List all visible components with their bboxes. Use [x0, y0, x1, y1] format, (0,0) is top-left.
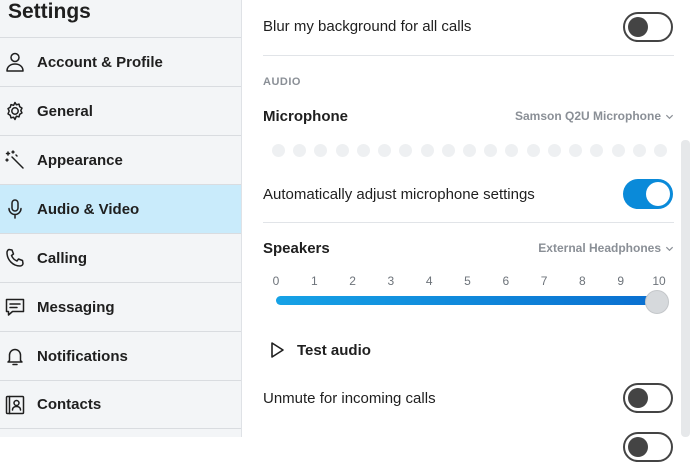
- sidebar-item-label: Calling: [37, 249, 88, 267]
- mic-level-dot: [272, 144, 285, 157]
- mic-level-dot: [335, 144, 349, 157]
- speaker-volume-track[interactable]: [276, 296, 656, 305]
- sidebar-item-contacts[interactable]: Contacts: [0, 380, 241, 429]
- mic-level-dot: [526, 144, 540, 157]
- volume-tick-label: 1: [310, 274, 318, 288]
- blur-background-label: Blur my background for all calls: [263, 18, 472, 35]
- sidebar-item-label: Appearance: [37, 151, 123, 169]
- volume-tick-label: 8: [579, 274, 586, 288]
- volume-tick-label: 6: [502, 274, 510, 288]
- magic-wand-icon: [4, 149, 26, 171]
- volume-tick-label: 7: [540, 274, 548, 288]
- unmute-incoming-toggle[interactable]: [623, 383, 673, 413]
- mic-level-dot: [441, 144, 455, 157]
- unmute-incoming-label: Unmute for incoming calls: [263, 390, 436, 407]
- volume-tick-label: 0: [272, 274, 280, 288]
- microphone-heading: Microphone: [263, 108, 348, 125]
- phone-icon: [4, 247, 26, 269]
- blur-background-toggle[interactable]: [623, 12, 673, 42]
- sidebar-item-general[interactable]: General: [0, 86, 241, 135]
- test-audio-label: Test audio: [297, 341, 371, 359]
- contact-card-icon: [4, 394, 26, 416]
- toggle-knob: [646, 182, 670, 206]
- audio-section-label: AUDIO: [263, 76, 301, 88]
- play-icon: [271, 342, 284, 358]
- mic-level-dot: [314, 144, 328, 157]
- volume-tick-label: 5: [464, 274, 471, 288]
- speakers-heading: Speakers: [263, 240, 330, 257]
- mic-level-dot: [378, 144, 392, 157]
- mic-level-dot: [654, 144, 667, 157]
- toggle-knob: [628, 388, 648, 408]
- mic-level-dot: [420, 144, 434, 157]
- speaker-volume-scale: 0 1 2 3 4 5 6 7 8 9 10: [263, 274, 673, 290]
- mic-level-dot: [293, 144, 307, 157]
- mic-level-dot: [632, 144, 646, 157]
- gear-icon: [4, 100, 26, 122]
- divider: [263, 55, 674, 56]
- sidebar-item-notifications[interactable]: Notifications: [0, 331, 241, 380]
- chevron-down-icon: [665, 114, 674, 119]
- sidebar-item-messaging[interactable]: Messaging: [0, 282, 241, 331]
- chevron-down-icon: [665, 246, 674, 251]
- chat-icon: [4, 296, 26, 318]
- volume-tick-label: 10: [652, 274, 666, 288]
- volume-tick-label: 3: [387, 274, 395, 288]
- mic-level-dot: [505, 144, 519, 157]
- sidebar-item-appearance[interactable]: Appearance: [0, 135, 241, 184]
- sidebar-item-label: General: [37, 102, 93, 120]
- sidebar-item-label: Audio & Video: [37, 200, 140, 218]
- volume-tick-label: 2: [349, 274, 356, 288]
- speakers-device-name: External Headphones: [538, 241, 661, 255]
- mic-level-dot: [356, 144, 370, 157]
- volume-tick-label: 4: [425, 274, 433, 288]
- divider: [263, 222, 674, 223]
- microphone-icon: [4, 198, 26, 220]
- microphone-device-name: Samson Q2U Microphone: [514, 109, 661, 123]
- mic-level-dot: [484, 144, 498, 157]
- mic-level-dot: [611, 144, 625, 157]
- mic-level-dot: [547, 144, 561, 157]
- sidebar-item-audio-video[interactable]: Audio & Video: [0, 184, 241, 233]
- sidebar-item-label: Messaging: [37, 298, 115, 316]
- microphone-device-dropdown[interactable]: Samson Q2U Microphone: [515, 109, 674, 123]
- toggle-knob: [628, 17, 648, 37]
- sidebar-item-label: Notifications: [37, 347, 128, 365]
- mic-level-dot: [399, 144, 413, 157]
- microphone-level-meter: [272, 144, 667, 158]
- mic-level-dot: [590, 144, 604, 157]
- toggle-knob: [628, 437, 648, 457]
- settings-sidebar: Settings Account & Profile General Appea…: [0, 0, 242, 437]
- auto-adjust-mic-label: Automatically adjust microphone settings: [263, 186, 535, 203]
- settings-title: Settings: [8, 0, 91, 23]
- bell-icon: [4, 345, 26, 367]
- person-icon: [4, 51, 26, 73]
- audio-video-settings-panel: Blur my background for all calls AUDIO M…: [243, 0, 690, 462]
- sidebar-item-calling[interactable]: Calling: [0, 233, 241, 282]
- sidebar-item-account-profile[interactable]: Account & Profile: [0, 37, 241, 86]
- main-scrollbar[interactable]: [681, 140, 690, 437]
- auto-adjust-mic-toggle[interactable]: [623, 179, 673, 209]
- speakers-device-dropdown[interactable]: External Headphones: [538, 241, 674, 255]
- sidebar-item-label: Account & Profile: [37, 53, 163, 71]
- volume-tick-label: 9: [617, 274, 625, 288]
- speaker-volume-thumb[interactable]: [645, 290, 669, 314]
- test-audio-button[interactable]: Test audio: [267, 340, 371, 360]
- mic-level-dot: [463, 144, 476, 157]
- sidebar-item-label: Contacts: [37, 396, 102, 413]
- settings-nav: Account & Profile General Appearance Aud…: [0, 37, 241, 429]
- mic-level-dot: [569, 144, 583, 157]
